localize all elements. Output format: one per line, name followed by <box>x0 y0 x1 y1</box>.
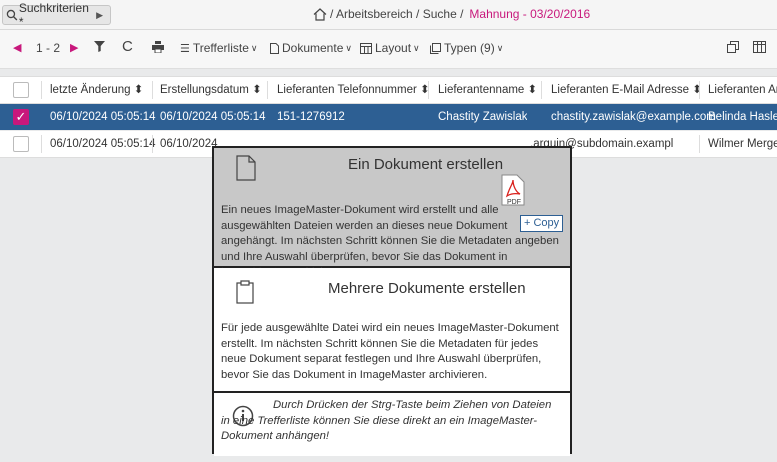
sort-icon[interactable]: ⬍ <box>134 84 144 96</box>
column-header[interactable]: letzte Änderung ⬍ <box>50 77 143 103</box>
dokumente-label: Dokumente <box>282 41 344 55</box>
top-bar: Suchkriterien * ▶ / Arbeitsbereich / Suc… <box>0 0 777 30</box>
result-toolbar: ◀ 1 - 2 ▶ C ☰ Trefferliste ∨ Dokumente ∨… <box>0 30 777 69</box>
table-cell: Chastity Zawislak <box>438 111 528 123</box>
breadcrumb-current: Mahnung - 03/20/2016 <box>469 7 591 21</box>
typen-label: Typen (9) <box>444 41 495 55</box>
breadcrumb-path[interactable]: / Arbeitsbereich / Suche / <box>330 7 463 21</box>
table-cell: 06/10/2024 05:05:14 <box>160 111 266 123</box>
info-text: Durch Drücken der Strg-Taste beim Ziehen… <box>221 399 552 442</box>
search-criteria-button[interactable]: Suchkriterien * ▶ <box>2 1 111 29</box>
dragged-file: PDF <box>497 174 569 244</box>
dokumente-menu[interactable]: Dokumente ∨ <box>270 41 352 55</box>
column-header[interactable]: Lieferanten E-Mail Adresse ⬍ <box>551 77 702 103</box>
chevron-down-icon: ∨ <box>496 42 504 53</box>
drop-target-multiple-documents[interactable]: Mehrere Dokumente erstellen Für jede aus… <box>214 268 570 393</box>
filter-icon[interactable] <box>94 41 105 52</box>
row-checkbox[interactable]: ✓ <box>13 109 29 125</box>
document-icon <box>270 42 279 54</box>
pagination-label: 1 - 2 <box>36 41 61 55</box>
chevron-down-icon: ∨ <box>345 42 352 53</box>
column-header[interactable]: Lieferanten An <box>708 77 777 103</box>
trefferliste-menu[interactable]: ☰ Trefferliste ∨ <box>180 41 257 55</box>
column-header[interactable]: Lieferanten Telefonnummer ⬍ <box>277 77 430 103</box>
columns-icon[interactable] <box>753 41 766 53</box>
document-type-icon <box>430 42 441 54</box>
document-icon <box>236 155 256 181</box>
column-header[interactable]: Erstellungsdatum ⬍ <box>160 77 262 103</box>
table-cell: 151-1276912 <box>277 111 345 123</box>
layout-icon <box>360 42 372 54</box>
sort-icon[interactable]: ⬍ <box>252 84 262 96</box>
table-cell: 06/10/2024 <box>160 138 218 150</box>
table-cell: Wilmer Merge <box>708 138 777 150</box>
sort-icon[interactable]: ⬍ <box>528 84 538 96</box>
expand-right-icon[interactable]: ▶ <box>96 10 103 21</box>
table-cell: Belinda Hasley <box>708 111 777 123</box>
table-cell: chastity.zawislak@example.com <box>551 111 716 123</box>
chevron-down-icon: ∨ <box>413 42 420 53</box>
table-row[interactable]: ✓ 06/10/2024 05:05:14 06/10/2024 05:05:1… <box>0 104 777 130</box>
print-icon[interactable] <box>152 41 164 53</box>
trefferliste-label: Trefferliste <box>192 41 249 55</box>
single-document-title: Ein Dokument erstellen <box>348 156 504 173</box>
drop-hint-info: Durch Drücken der Strg-Taste beim Ziehen… <box>214 393 570 456</box>
layout-label: Layout <box>375 41 412 55</box>
typen-menu[interactable]: Typen (9) ∨ <box>430 41 503 55</box>
multiple-documents-text: Für jede ausgewählte Datei wird ein neue… <box>221 322 559 381</box>
copy-drop-indicator: + Copy <box>520 215 564 232</box>
select-all-checkbox[interactable] <box>13 82 29 98</box>
breadcrumb: / Arbeitsbereich / Suche / Mahnung - 03/… <box>313 7 590 21</box>
column-header[interactable]: Lieferantenname ⬍ <box>438 77 537 103</box>
refresh-icon[interactable]: C <box>122 38 133 55</box>
row-checkbox[interactable] <box>13 136 29 152</box>
previous-page-icon[interactable]: ◀ <box>13 41 21 54</box>
table-cell: 06/10/2024 05:05:14 <box>50 111 156 123</box>
pdf-badge: PDF <box>507 199 521 206</box>
chevron-down-icon: ∨ <box>250 42 258 53</box>
next-page-icon[interactable]: ▶ <box>70 41 78 54</box>
table-cell: 06/10/2024 05:05:14 <box>50 138 156 150</box>
multiple-documents-title: Mehrere Dokumente erstellen <box>328 280 526 297</box>
clipboard-icon <box>236 280 254 304</box>
table-header: letzte Änderung ⬍ Erstellungsdatum ⬍ Lie… <box>0 76 777 104</box>
list-icon: ☰ <box>180 42 190 55</box>
copy-icon[interactable] <box>727 41 739 53</box>
search-icon <box>6 9 18 21</box>
sort-icon[interactable]: ⬍ <box>692 84 702 96</box>
search-criteria-label: Suchkriterien * <box>18 1 89 29</box>
home-icon[interactable] <box>313 7 327 21</box>
layout-menu[interactable]: Layout ∨ <box>360 41 420 55</box>
